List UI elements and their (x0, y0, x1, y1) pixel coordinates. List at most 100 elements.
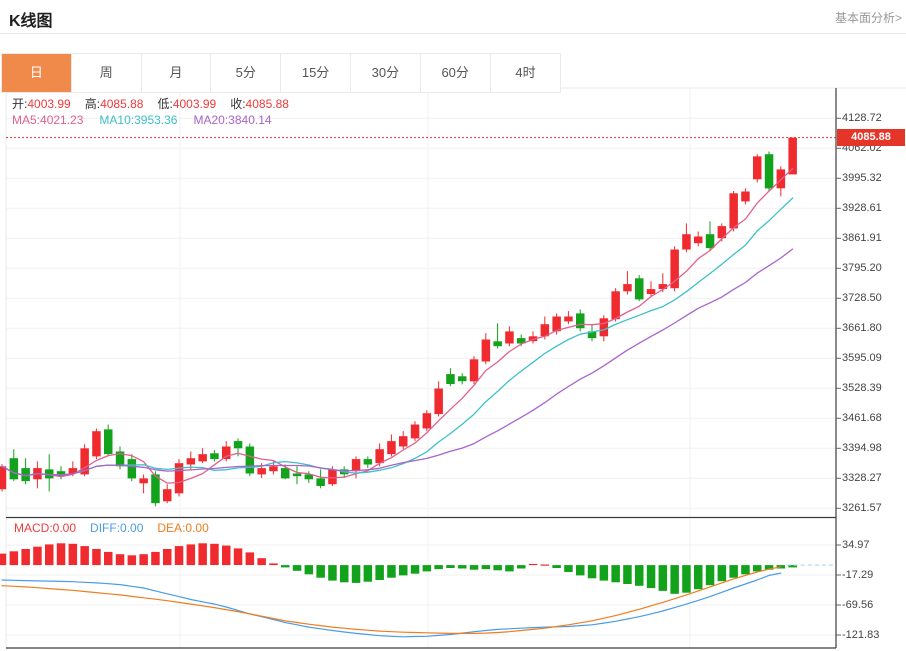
macd-bar (623, 565, 632, 584)
tab-4时[interactable]: 4时 (490, 54, 561, 92)
candle (764, 154, 774, 189)
macd-bar (139, 554, 148, 566)
price-axis-label: 3928.61 (842, 201, 882, 214)
candle (493, 341, 502, 347)
ohlc-row-item: 收:4085.88 (230, 97, 289, 111)
macd-bar (422, 565, 432, 572)
macd-bar (611, 565, 620, 583)
candle (705, 234, 715, 249)
macd-bar (410, 565, 420, 574)
fundamental-analysis-link[interactable]: 基本面分析> (835, 9, 902, 26)
candle (399, 436, 408, 447)
candle (104, 429, 113, 455)
candle (410, 424, 420, 439)
macd-bar (375, 565, 384, 580)
candle (139, 478, 148, 484)
candle (564, 316, 573, 322)
macd-bar (387, 565, 396, 578)
price-axis-label: 3661.80 (842, 321, 882, 334)
macd-bar (0, 553, 7, 566)
macd-bar (33, 546, 42, 566)
macd-bar (257, 558, 266, 566)
macd-bar (340, 565, 349, 583)
macd-bar (717, 565, 727, 582)
candle (363, 459, 373, 465)
tab-15分[interactable]: 15分 (281, 54, 351, 92)
macd-bar (670, 565, 679, 594)
macd-bar (351, 565, 361, 583)
price-axis-label: 3328.27 (842, 471, 882, 484)
macd-bar (233, 548, 243, 565)
macd-bar (80, 546, 89, 565)
macd-bar (493, 565, 502, 571)
candle (434, 388, 443, 415)
tab-日[interactable]: 日 (2, 54, 72, 92)
tab-周[interactable]: 周 (71, 54, 142, 92)
candle (458, 376, 467, 382)
candle (682, 234, 691, 250)
macd-bar (92, 549, 101, 566)
macd-bar (528, 563, 538, 566)
candle (753, 156, 762, 180)
macd-bar (210, 543, 219, 565)
macd-bar (56, 543, 66, 566)
ohlc-row-item: 低:4003.99 (157, 97, 217, 111)
page-title: K线图 (9, 13, 53, 30)
macd-legend-row: MACD:0.00 DIFF:0.00 DEA:0.00 (14, 521, 223, 535)
tab-月[interactable]: 月 (141, 54, 212, 92)
macd-bar (469, 565, 479, 570)
candle (316, 478, 325, 486)
candle (186, 458, 196, 465)
macd-bar (127, 555, 137, 566)
price-axis-label: 3595.09 (842, 351, 882, 364)
macd-bar (646, 565, 656, 589)
macd-bar (198, 543, 207, 566)
tab-30分[interactable]: 30分 (350, 54, 421, 92)
macd-bar (729, 565, 738, 578)
candle (151, 474, 160, 504)
tab-60分[interactable]: 60分 (420, 54, 491, 92)
macd-bar (281, 565, 290, 568)
macd-bar (682, 565, 691, 593)
candle (328, 469, 337, 485)
macd-bar (446, 565, 455, 568)
candle (292, 473, 302, 477)
candle (351, 459, 361, 472)
macd-bar (399, 565, 408, 576)
candle (281, 468, 290, 479)
ma5-line (1, 167, 794, 484)
price-axis-label: 3861.91 (842, 231, 882, 244)
macd-bar (68, 543, 78, 565)
candle (611, 291, 620, 320)
current-price-badge: 4085.88 (837, 129, 905, 147)
macd-bar (9, 551, 19, 566)
candle (576, 313, 585, 329)
macd-histogram (0, 543, 797, 594)
price-axis-label: 3995.32 (842, 171, 882, 184)
widget-header: K线图 基本面分析> (0, 0, 906, 34)
candle (694, 236, 703, 244)
macd-bar (481, 565, 491, 570)
candle (481, 339, 491, 362)
macd-axis-label: 34.97 (842, 538, 870, 551)
period-tabbar: 日周月 5分 15分 30分 60分 4时 (1, 53, 562, 93)
tab-5分[interactable]: 5分 (211, 54, 282, 92)
macd-bar (104, 551, 113, 566)
macd-bar (576, 565, 585, 576)
macd-bar (753, 565, 762, 572)
ohlc-row-item: 高:4085.88 (84, 97, 144, 111)
macd-axis-label: -121.83 (842, 628, 880, 641)
price-axis-label: 3461.68 (842, 411, 882, 424)
macd-bar (635, 565, 644, 586)
candle (776, 169, 786, 189)
candle (670, 249, 679, 289)
candle (245, 446, 255, 474)
macd-bar (115, 554, 125, 566)
macd-bar (741, 565, 750, 575)
macd-bar (363, 565, 373, 582)
candle (163, 489, 172, 502)
candle (387, 441, 396, 455)
macd-bar (163, 549, 172, 566)
macd-bar (540, 564, 550, 566)
price-axis-label: 3261.57 (842, 501, 882, 514)
